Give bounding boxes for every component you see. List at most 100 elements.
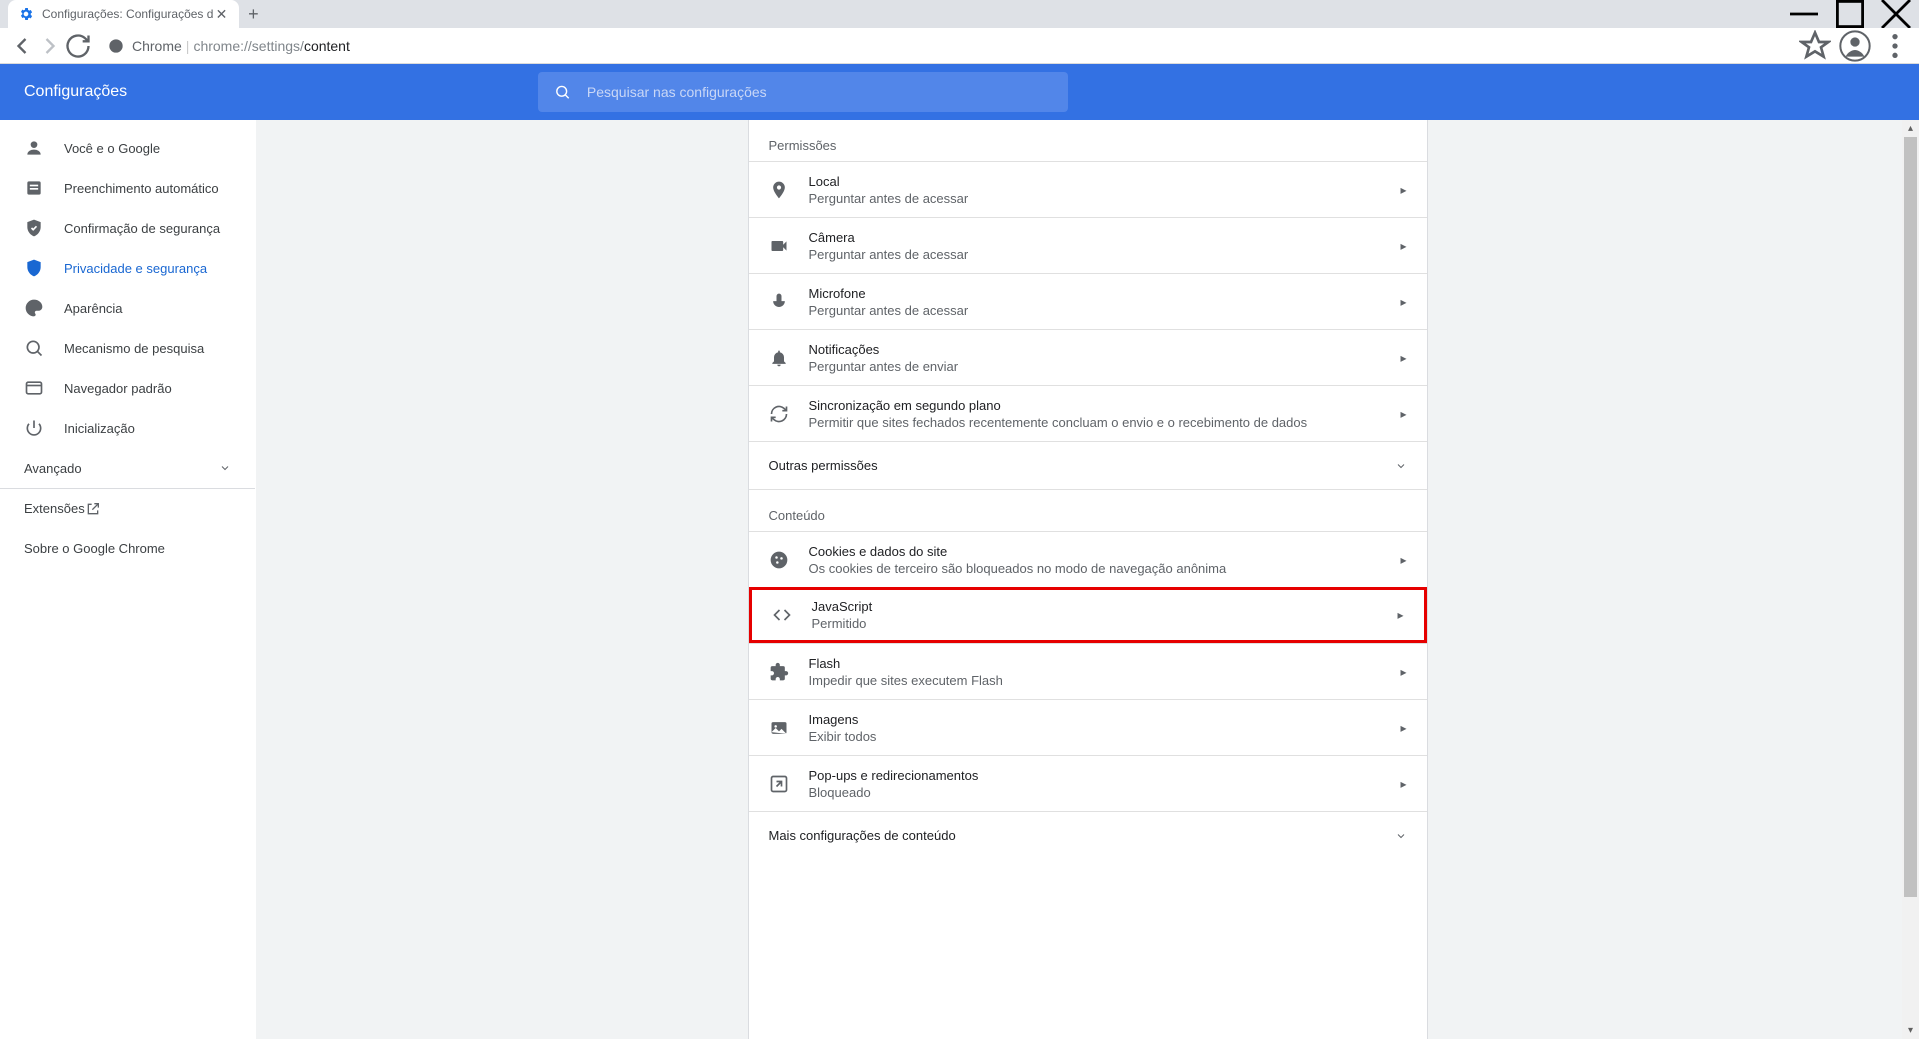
scroll-down-arrow-icon[interactable]: ▾ [1902, 1022, 1919, 1039]
cookie-icon [769, 550, 789, 570]
sidebar-advanced[interactable]: Avançado [0, 448, 255, 488]
settings-search-input[interactable] [587, 84, 1052, 100]
row-subtitle: Permitido [812, 616, 1398, 631]
chevron-right-icon: ▸ [1400, 665, 1406, 679]
chevron-right-icon: ▸ [1400, 553, 1406, 567]
sidebar-item-default-browser[interactable]: Navegador padrão [0, 368, 255, 408]
back-button[interactable] [8, 32, 36, 60]
row-more-content-settings[interactable]: Mais configurações de conteúdo [749, 811, 1427, 859]
sidebar-item-startup[interactable]: Inicialização [0, 408, 255, 448]
settings-main: Permissões Local Perguntar antes de acess… [256, 120, 1919, 1039]
new-tab-button[interactable]: + [239, 0, 267, 28]
url-field[interactable]: Chrome | chrome://settings/content [100, 38, 350, 54]
bookmark-star-icon[interactable] [1799, 30, 1831, 62]
sidebar-item-label: Preenchimento automático [64, 181, 219, 196]
external-link-icon [85, 501, 101, 517]
chevron-right-icon: ▸ [1400, 721, 1406, 735]
row-subtitle: Perguntar antes de acessar [809, 247, 1401, 262]
window-controls [1781, 0, 1919, 28]
url-page: content [304, 38, 350, 54]
settings-search[interactable] [538, 72, 1068, 112]
sidebar-item-label: Mecanismo de pesquisa [64, 341, 204, 356]
browser-icon [24, 378, 44, 398]
sidebar-item-appearance[interactable]: Aparência [0, 288, 255, 328]
row-subtitle: Os cookies de terceiro são bloqueados no… [809, 561, 1401, 576]
search-icon [554, 83, 571, 101]
shield-check-icon [24, 218, 44, 238]
row-javascript[interactable]: JavaScript Permitido ▸ [749, 587, 1427, 643]
profile-avatar-icon[interactable] [1839, 30, 1871, 62]
minimize-button[interactable] [1781, 0, 1827, 28]
sidebar-item-label: Você e o Google [64, 141, 160, 156]
microphone-icon [769, 292, 789, 312]
close-window-button[interactable] [1873, 0, 1919, 28]
sidebar-about-label: Sobre o Google Chrome [24, 541, 165, 556]
row-images[interactable]: Imagens Exibir todos ▸ [749, 699, 1427, 755]
browser-tab[interactable]: Configurações: Configurações d ✕ [8, 0, 239, 28]
chevron-right-icon: ▸ [1400, 239, 1406, 253]
reload-button[interactable] [64, 32, 92, 60]
row-subtitle: Bloqueado [809, 785, 1401, 800]
row-microphone[interactable]: Microfone Perguntar antes de acessar ▸ [749, 273, 1427, 329]
row-title: Cookies e dados do site [809, 544, 1401, 559]
sidebar-extensions[interactable]: Extensões [0, 488, 255, 528]
popup-icon [769, 774, 789, 794]
menu-dots-icon[interactable] [1879, 30, 1911, 62]
sync-icon [769, 404, 789, 424]
section-content-title: Conteúdo [749, 489, 1427, 531]
row-location[interactable]: Local Perguntar antes de acessar ▸ [749, 161, 1427, 217]
bell-icon [769, 348, 789, 368]
forward-button[interactable] [36, 32, 64, 60]
sidebar-item-label: Confirmação de segurança [64, 221, 220, 236]
row-subtitle: Perguntar antes de acessar [809, 191, 1401, 206]
address-bar: Chrome | chrome://settings/content [0, 28, 1919, 64]
sidebar-item-you-and-google[interactable]: Você e o Google [0, 128, 255, 168]
sidebar-item-search-engine[interactable]: Mecanismo de pesquisa [0, 328, 255, 368]
image-icon [769, 718, 789, 738]
row-title: Microfone [809, 286, 1401, 301]
vertical-scrollbar[interactable]: ▴ ▾ [1902, 120, 1919, 1039]
chevron-right-icon: ▸ [1400, 295, 1406, 309]
palette-icon [24, 298, 44, 318]
row-popups[interactable]: Pop-ups e redirecionamentosBloqueado ▸ [749, 755, 1427, 811]
row-subtitle: Perguntar antes de acessar [809, 303, 1401, 318]
sidebar-about[interactable]: Sobre o Google Chrome [0, 528, 255, 568]
row-subtitle: Exibir todos [809, 729, 1401, 744]
sidebar-item-autofill[interactable]: Preenchimento automático [0, 168, 255, 208]
tab-title: Configurações: Configurações d [42, 7, 213, 21]
scroll-thumb[interactable] [1904, 137, 1917, 897]
row-cookies[interactable]: Cookies e dados do site Os cookies de ter… [749, 531, 1427, 587]
row-background-sync[interactable]: Sincronização em segundo planoPermitir q… [749, 385, 1427, 441]
url-chip-label: Chrome [132, 38, 182, 54]
row-flash[interactable]: FlashImpedir que sites executem Flash ▸ [749, 643, 1427, 699]
section-permissions-title: Permissões [749, 120, 1427, 161]
chevron-down-icon [219, 462, 231, 474]
close-tab-icon[interactable]: ✕ [213, 6, 229, 22]
sidebar-extensions-label: Extensões [24, 501, 85, 516]
maximize-button[interactable] [1827, 0, 1873, 28]
chevron-right-icon: ▸ [1400, 407, 1406, 421]
row-subtitle: Impedir que sites executem Flash [809, 673, 1401, 688]
sidebar-item-label: Inicialização [64, 421, 135, 436]
power-icon [24, 418, 44, 438]
url-separator: | [186, 38, 190, 54]
scroll-up-arrow-icon[interactable]: ▴ [1902, 120, 1919, 137]
url-prefix: chrome://settings/ [193, 38, 304, 54]
row-subtitle: Perguntar antes de enviar [809, 359, 1401, 374]
sidebar-item-label: Privacidade e segurança [64, 261, 207, 276]
chevron-right-icon: ▸ [1400, 183, 1406, 197]
row-title: Notificações [809, 342, 1401, 357]
row-notifications[interactable]: NotificaçõesPerguntar antes de enviar ▸ [749, 329, 1427, 385]
sidebar-item-privacy[interactable]: Privacidade e segurança [0, 248, 255, 288]
settings-title: Configurações [24, 83, 127, 101]
row-title: Local [809, 174, 1401, 189]
row-other-permissions[interactable]: Outras permissões [749, 441, 1427, 489]
sidebar-item-safety-check[interactable]: Confirmação de segurança [0, 208, 255, 248]
code-icon [772, 605, 792, 625]
titlebar: Configurações: Configurações d ✕ + [0, 0, 1919, 28]
chevron-right-icon: ▸ [1397, 608, 1403, 622]
row-title: Sincronização em segundo plano [809, 398, 1401, 413]
row-title: Imagens [809, 712, 1401, 727]
row-camera[interactable]: CâmeraPerguntar antes de acessar ▸ [749, 217, 1427, 273]
row-title: JavaScript [812, 599, 1398, 614]
